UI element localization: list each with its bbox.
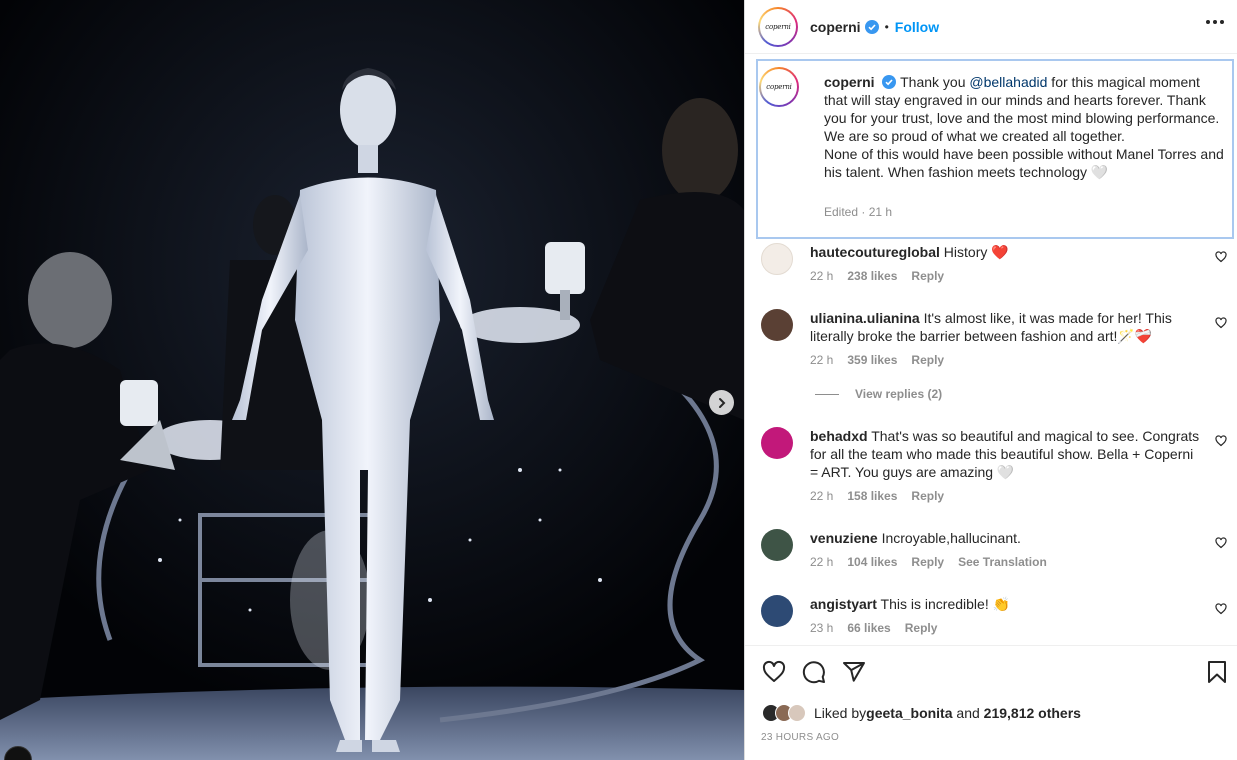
comment-meta: 22 h 359 likes Reply	[810, 353, 944, 367]
comment-meta: 23 h 66 likes Reply	[810, 621, 937, 635]
post-timestamp[interactable]: 23 HOURS AGO	[761, 732, 839, 743]
comment-content: Incroyable,hallucinant.	[877, 530, 1021, 546]
comment-content: History ❤️	[939, 244, 1009, 260]
commenter-avatar[interactable]	[761, 309, 793, 341]
author-avatar[interactable]: coperni	[758, 6, 798, 47]
comment-reply-button[interactable]: Reply	[905, 621, 938, 635]
comment-username[interactable]: angistyart	[810, 596, 877, 612]
comment-text: hautecoutureglobal History ❤️	[810, 243, 1202, 261]
comment-heart-icon[interactable]	[1215, 435, 1227, 447]
caption-mention-link[interactable]: @bellahadid	[969, 74, 1047, 90]
next-slide-button[interactable]	[709, 390, 734, 415]
caption-text: coperni Thank you @bellahadid for this m…	[824, 73, 1226, 181]
post-side-panel: coperni coperni • Follow coperni coperni…	[744, 0, 1237, 760]
comment-time: 22 h	[810, 555, 834, 569]
verified-badge-icon	[882, 75, 897, 89]
comment-time: 22 h	[810, 269, 834, 283]
verified-badge-icon	[864, 19, 879, 34]
caption-username[interactable]: coperni	[824, 74, 875, 90]
comment-username[interactable]: behadxd	[810, 428, 868, 444]
caption-container: coperni coperni Thank you @bellahadid fo…	[756, 59, 1234, 239]
caption-body-line2: None of this would have been possible wi…	[824, 146, 1224, 180]
comment-reply-button[interactable]: Reply	[911, 489, 944, 503]
comment-text: venuziene Incroyable,hallucinant.	[810, 529, 1202, 547]
commenter-avatar[interactable]	[761, 529, 793, 561]
post-header: coperni coperni • Follow	[745, 0, 1237, 54]
comment-icon[interactable]	[802, 660, 826, 684]
post-viewer: coperni coperni • Follow coperni coperni…	[0, 0, 1237, 760]
comment-text: ulianina.ulianina It's almost like, it w…	[810, 309, 1202, 345]
see-translation-button[interactable]: See Translation	[958, 555, 1047, 569]
caption-meta: Edited · 21 h	[824, 205, 893, 219]
post-actions: Liked by geeta_bonita and 219,812 others…	[745, 645, 1237, 760]
bookmark-icon[interactable]	[1206, 660, 1228, 684]
liker-avatar[interactable]	[788, 704, 806, 722]
comment-likes[interactable]: 158 likes	[847, 489, 897, 503]
liker-username[interactable]: geeta_bonita	[866, 705, 952, 721]
likes-others-link[interactable]: 219,812 others	[984, 705, 1081, 721]
view-replies-button[interactable]: View replies (2)	[815, 387, 942, 401]
comment-meta: 22 h 238 likes Reply	[810, 269, 944, 283]
comment-username[interactable]: ulianina.ulianina	[810, 310, 920, 326]
view-replies-label: View replies (2)	[855, 387, 943, 401]
caption-author-avatar[interactable]: coperni	[759, 67, 799, 107]
follow-button[interactable]: Follow	[895, 19, 939, 35]
caption-body-start: Thank you	[896, 74, 970, 90]
comment-time: 23 h	[810, 621, 834, 635]
comment-heart-icon[interactable]	[1215, 317, 1227, 329]
comment-heart-icon[interactable]	[1215, 603, 1227, 615]
comment-likes[interactable]: 104 likes	[847, 555, 897, 569]
commenter-avatar[interactable]	[761, 427, 793, 459]
likes-summary: Liked by geeta_bonita and 219,812 others	[762, 704, 1081, 722]
commenter-avatar[interactable]	[761, 243, 793, 275]
comment-text: angistyart This is incredible! 👏	[810, 595, 1202, 613]
header-separator: •	[884, 19, 889, 34]
chevron-right-icon	[718, 397, 725, 408]
more-options-icon[interactable]	[1206, 20, 1224, 24]
comment-reply-button[interactable]: Reply	[911, 555, 944, 569]
comment-time: 22 h	[810, 489, 834, 503]
likes-prefix: Liked by	[814, 705, 867, 721]
comment-username[interactable]: venuziene	[810, 530, 878, 546]
comment-likes[interactable]: 359 likes	[847, 353, 897, 367]
comment-reply-button[interactable]: Reply	[911, 269, 944, 283]
share-icon[interactable]	[842, 660, 866, 684]
liker-avatars	[762, 704, 806, 722]
comment-username[interactable]: hautecoutureglobal	[810, 244, 940, 260]
comment-heart-icon[interactable]	[1215, 537, 1227, 549]
comment-heart-icon[interactable]	[1215, 251, 1227, 263]
heart-icon[interactable]	[762, 660, 786, 684]
caption-avatar-text: coperni	[766, 83, 792, 91]
author-username[interactable]: coperni	[810, 19, 861, 35]
comment-meta: 22 h 104 likes Reply See Translation	[810, 555, 1047, 569]
avatar-logo-text: coperni	[765, 22, 791, 31]
commenter-avatar[interactable]	[761, 595, 793, 627]
comment-text: behadxd That's was so beautiful and magi…	[810, 427, 1202, 481]
comment-meta: 22 h 158 likes Reply	[810, 489, 944, 503]
comment-reply-button[interactable]: Reply	[911, 353, 944, 367]
comment-time: 22 h	[810, 353, 834, 367]
comment-content: This is incredible! 👏	[876, 596, 1011, 612]
comment-likes[interactable]: 238 likes	[847, 269, 897, 283]
post-media[interactable]	[0, 0, 744, 760]
likes-middle: and	[952, 705, 984, 721]
runway-photo	[0, 0, 744, 760]
comment-likes[interactable]: 66 likes	[847, 621, 890, 635]
view-replies-divider	[815, 393, 839, 395]
comment-content: That's was so beautiful and magical to s…	[810, 428, 1200, 480]
